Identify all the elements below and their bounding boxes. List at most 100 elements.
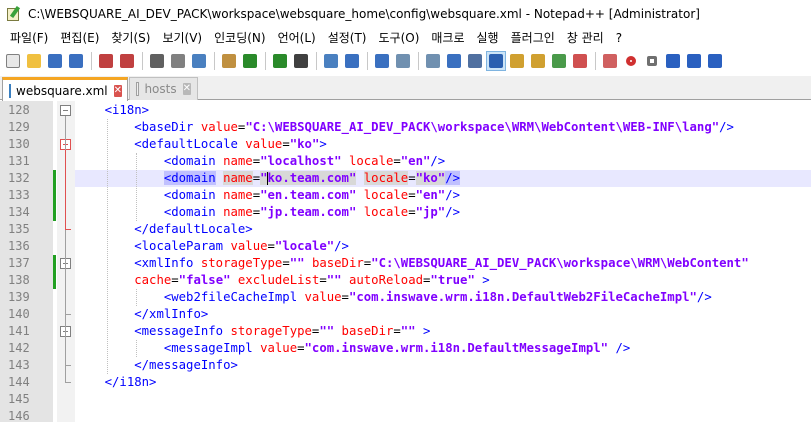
line-number: 135 xyxy=(8,222,30,236)
indent-guide xyxy=(136,289,138,306)
show-all-chars-icon[interactable] xyxy=(465,51,485,71)
toolbar-separator xyxy=(91,52,92,70)
line-number: 139 xyxy=(8,290,30,304)
tab-websquare-xml[interactable]: websquare.xml ✕ xyxy=(2,77,128,101)
window-title: C:\WEBSQUARE_AI_DEV_PACK\workspace\websq… xyxy=(28,7,700,21)
menu-tools[interactable]: 도구(O) xyxy=(373,28,426,48)
line-number: 130 xyxy=(8,137,30,151)
toolbar-separator xyxy=(265,52,266,70)
indent-guide xyxy=(106,119,108,374)
line-number: 136 xyxy=(8,239,30,253)
code-line: <domain name="ko.team.com" locale="ko"/> xyxy=(163,171,461,185)
code-line: </xmlInfo> xyxy=(134,307,209,321)
tab-label: hosts xyxy=(144,82,177,96)
function-list-icon[interactable] xyxy=(549,51,569,71)
close-all-icon[interactable] xyxy=(117,51,137,71)
monitoring-icon[interactable] xyxy=(600,51,620,71)
stop-record-icon[interactable] xyxy=(642,51,662,71)
save-macro-icon[interactable] xyxy=(705,51,725,71)
code-line: <defaultLocale value="ko"> xyxy=(134,137,327,151)
code-line: <baseDir value="C:\WEBSQUARE_AI_DEV_PACK… xyxy=(134,120,734,134)
code-line: </defaultLocale> xyxy=(134,222,253,236)
folder-workspace-icon[interactable] xyxy=(570,51,590,71)
tab-label: websquare.xml xyxy=(16,83,108,98)
sync-vertical-icon[interactable] xyxy=(393,51,413,71)
word-wrap-icon[interactable] xyxy=(444,51,464,71)
menu-window[interactable]: 창 관리 xyxy=(561,28,610,48)
tab-hosts[interactable]: hosts ✕ xyxy=(129,77,198,100)
notepad-plus-plus-icon xyxy=(6,5,22,22)
fold-toggle-icon[interactable] xyxy=(60,105,71,116)
sync-horizontal-icon[interactable] xyxy=(423,51,443,71)
code-line: </messageInfo> xyxy=(134,358,238,372)
line-number: 145 xyxy=(8,392,30,406)
code-line: cache="false" excludeList="" autoReload=… xyxy=(134,273,490,287)
line-number: 141 xyxy=(8,324,30,338)
menu-settings[interactable]: 설정(T) xyxy=(322,28,373,48)
print-icon[interactable] xyxy=(147,51,167,71)
code-line: <web2fileCacheImpl value="com.inswave.wr… xyxy=(163,290,712,304)
code-line: <localeParam value="locale"/> xyxy=(134,239,349,253)
close-tab-icon[interactable]: ✕ xyxy=(182,83,191,95)
menu-encoding[interactable]: 인코딩(N) xyxy=(208,28,271,48)
close-tab-icon[interactable]: ✕ xyxy=(113,84,123,97)
change-marker xyxy=(53,204,56,221)
line-number: 129 xyxy=(8,120,30,134)
menu-edit[interactable]: 편집(E) xyxy=(54,28,105,48)
change-marker xyxy=(53,187,56,204)
tab-bar: websquare.xml ✕ hosts ✕ xyxy=(0,76,811,101)
replace-icon[interactable] xyxy=(321,51,341,71)
open-file-icon[interactable] xyxy=(24,51,44,71)
file-icon xyxy=(136,82,140,96)
new-file-icon[interactable] xyxy=(3,51,23,71)
menu-file[interactable]: 파일(F) xyxy=(4,28,54,48)
indent-guide xyxy=(136,340,138,357)
save-all-icon[interactable] xyxy=(66,51,86,71)
play-macro-icon[interactable] xyxy=(663,51,683,71)
title-bar: C:\WEBSQUARE_AI_DEV_PACK\workspace\websq… xyxy=(0,0,811,28)
run-macro-multiple-icon[interactable] xyxy=(684,51,704,71)
line-number: 138 xyxy=(8,273,30,287)
save-icon[interactable] xyxy=(45,51,65,71)
code-line: <domain name="jp.team.com" locale="jp"/> xyxy=(163,205,461,219)
line-number: 132 xyxy=(8,171,30,185)
close-icon[interactable] xyxy=(96,51,116,71)
menu-macro[interactable]: 매크로 xyxy=(425,28,470,48)
cut-icon[interactable] xyxy=(168,51,188,71)
toolbar-separator xyxy=(142,52,143,70)
record-macro-icon[interactable] xyxy=(621,51,641,71)
line-number: 134 xyxy=(8,205,30,219)
zoom-out-icon[interactable] xyxy=(372,51,392,71)
zoom-in-icon[interactable] xyxy=(342,51,362,71)
menu-run[interactable]: 실행 xyxy=(471,28,505,48)
toolbar-separator xyxy=(595,52,596,70)
line-number: 131 xyxy=(8,154,30,168)
find-icon[interactable] xyxy=(291,51,311,71)
doc-map-icon[interactable] xyxy=(528,51,548,71)
undo-icon[interactable] xyxy=(240,51,260,71)
fold-end-tick xyxy=(65,365,71,366)
menu-search[interactable]: 찾기(S) xyxy=(105,28,156,48)
copy-icon[interactable] xyxy=(189,51,209,71)
line-number: 142 xyxy=(8,341,30,355)
code-line: <messageInfo storageType="" baseDir="" > xyxy=(134,324,431,338)
menu-help[interactable]: ? xyxy=(610,28,628,48)
paste-icon[interactable] xyxy=(219,51,239,71)
fold-end-tick xyxy=(65,229,71,230)
code-editor[interactable]: 128 <i18n> 129 <baseDir value="C:\WEBSQUA… xyxy=(0,101,811,422)
menu-plugins[interactable]: 플러그인 xyxy=(505,28,561,48)
fold-guide xyxy=(65,269,66,314)
indent-guide-icon[interactable] xyxy=(486,51,506,71)
udl-icon[interactable] xyxy=(507,51,527,71)
menu-view[interactable]: 보기(V) xyxy=(156,28,208,48)
toolbar xyxy=(0,48,811,74)
line-number: 146 xyxy=(8,409,30,422)
fold-guide xyxy=(65,337,66,365)
file-icon xyxy=(9,83,11,98)
redo-icon[interactable] xyxy=(270,51,290,71)
toolbar-separator xyxy=(214,52,215,70)
change-marker xyxy=(53,255,56,272)
line-number: 140 xyxy=(8,307,30,321)
menu-language[interactable]: 언어(L) xyxy=(272,28,322,48)
line-number: 128 xyxy=(8,103,30,117)
